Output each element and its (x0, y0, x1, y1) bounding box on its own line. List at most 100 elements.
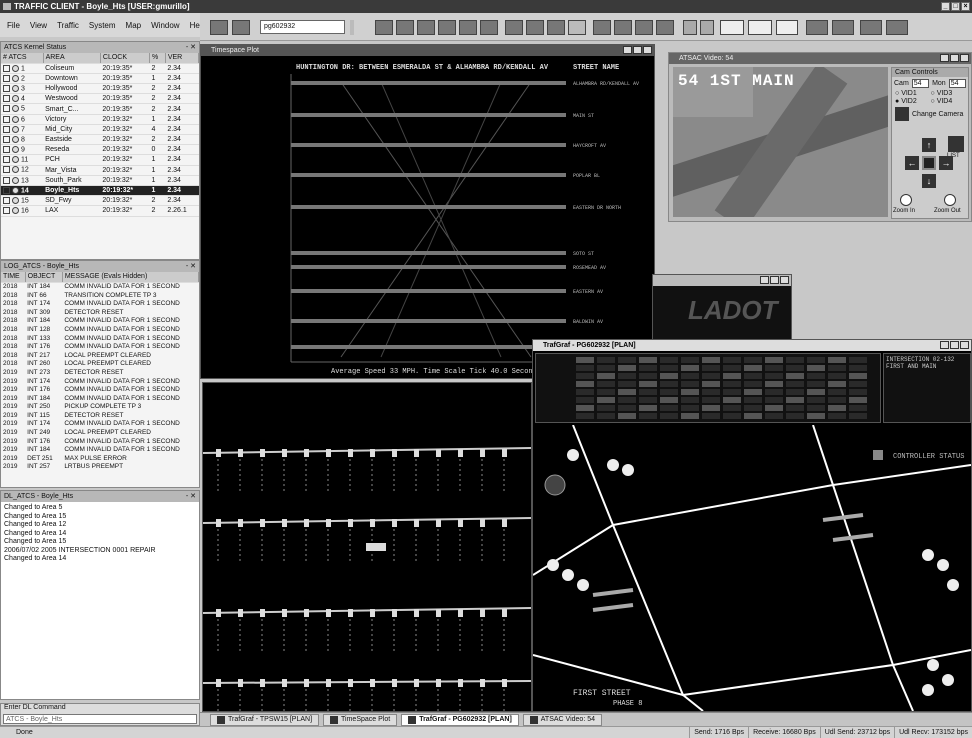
column-header[interactable]: # ATCS (1, 53, 44, 64)
intersection-node[interactable] (502, 609, 507, 617)
crosshair-icon[interactable] (568, 20, 586, 35)
refresh-icon[interactable] (438, 20, 456, 35)
pan-up-icon[interactable]: ↑ (922, 138, 936, 152)
table-row[interactable]: 14 Boyle_Hts 20:19:32* 1 2.34 (1, 185, 199, 197)
monitor-icon[interactable] (547, 20, 565, 35)
intersection-node[interactable] (304, 679, 309, 687)
intersection-node[interactable] (370, 609, 375, 617)
log-row[interactable]: 2019 INT 273 DETECTOR RESET (1, 368, 199, 377)
menu-view[interactable]: View (25, 21, 52, 30)
intersection-node[interactable] (326, 519, 331, 527)
log-row[interactable]: 2019 DET 251 MAX PULSE ERROR (1, 454, 199, 463)
table-row[interactable]: 11 PCH 20:19:32* 1 2.34 (1, 154, 199, 166)
maximize-button[interactable] (950, 54, 959, 62)
row-checkbox[interactable] (3, 95, 10, 103)
row-checkbox[interactable] (3, 135, 10, 143)
intersection-node[interactable] (414, 519, 419, 527)
intersection-node[interactable] (348, 519, 353, 527)
log-row[interactable]: 2019 INT 176 COMM INVALID DATA FOR 1 SECON… (1, 437, 199, 446)
intersection-node[interactable] (414, 449, 419, 457)
log-row[interactable]: 2018 INT 184 COMM INVALID DATA FOR 1 SECON… (1, 282, 199, 291)
intersection-node[interactable] (216, 609, 221, 617)
intersection-node[interactable] (260, 609, 265, 617)
network-icon[interactable] (886, 20, 908, 35)
detector-icon[interactable] (562, 569, 574, 581)
tools-icon[interactable] (832, 20, 854, 35)
intersection-node[interactable] (458, 679, 463, 687)
log-row[interactable]: 2018 INT 184 COMM INVALID DATA FOR 1 SECON… (1, 317, 199, 326)
detector-icon[interactable] (927, 659, 939, 671)
close-button[interactable] (960, 54, 969, 62)
intersection-node[interactable] (458, 609, 463, 617)
list-camera-icon[interactable] (948, 136, 964, 152)
row-checkbox[interactable] (3, 146, 10, 154)
intersection-node[interactable] (436, 519, 441, 527)
column-header[interactable]: AREA (43, 53, 101, 64)
signal-icon[interactable] (806, 20, 828, 35)
log-row[interactable]: 2019 INT 115 DETECTOR RESET (1, 411, 199, 420)
table-icon[interactable] (480, 20, 498, 35)
close-button[interactable] (780, 276, 789, 284)
intersection-node[interactable] (480, 609, 485, 617)
cam-input[interactable]: 54 (911, 79, 930, 88)
row-checkbox[interactable] (3, 207, 10, 215)
print-icon[interactable] (683, 20, 697, 35)
log-row[interactable]: 2018 INT 217 LOCAL PREEMPT CLEARED (1, 351, 199, 360)
dropdown-icon[interactable] (350, 20, 354, 35)
table-row[interactable]: 6 Victory 20:19:32* 1 2.34 (1, 114, 199, 125)
intersection-node[interactable] (458, 519, 463, 527)
row-checkbox[interactable] (3, 64, 10, 72)
maximize-button[interactable] (770, 276, 779, 284)
column-header[interactable]: % (149, 53, 166, 64)
menu-window[interactable]: Window (146, 21, 184, 30)
log-row[interactable]: 2019 INT 184 COMM INVALID DATA FOR 1 SECON… (1, 394, 199, 403)
chart-icon[interactable] (396, 20, 414, 35)
intersection-node[interactable] (370, 449, 375, 457)
intersection-node[interactable] (260, 519, 265, 527)
row-checkbox[interactable] (3, 166, 10, 174)
log-row[interactable]: 2018 INT 309 DETECTOR RESET (1, 308, 199, 317)
log-row[interactable]: 2018 INT 174 COMM INVALID DATA FOR 1 SECON… (1, 299, 199, 308)
detector-icon[interactable] (937, 559, 949, 571)
table-row[interactable]: 4 Westwood 20:19:35* 2 2.34 (1, 93, 199, 105)
intersection-node[interactable] (238, 519, 243, 527)
table-row[interactable]: 16 LAX 20:19:32* 2 2.26.1 (1, 205, 199, 217)
intersection-node[interactable] (370, 679, 375, 687)
cascade-icon[interactable] (656, 20, 674, 35)
detector-icon[interactable] (942, 674, 954, 686)
menu-file[interactable]: File (2, 21, 25, 30)
intersection-node[interactable] (480, 519, 485, 527)
detector-icon[interactable] (547, 559, 559, 571)
log-row[interactable]: 2018 INT 176 COMM INVALID DATA FOR 1 SECON… (1, 342, 199, 351)
detector-icon[interactable] (577, 579, 589, 591)
intersection-node[interactable] (304, 449, 309, 457)
detector-icon[interactable] (922, 549, 934, 561)
log-row[interactable]: 2019 INT 174 COMM INVALID DATA FOR 1 SECON… (1, 420, 199, 429)
intersection-node[interactable] (282, 609, 287, 617)
intersection-node[interactable] (480, 449, 485, 457)
intersection-node[interactable] (348, 449, 353, 457)
detector-icon[interactable] (622, 464, 634, 476)
intersection-node[interactable] (392, 449, 397, 457)
map-marker[interactable] (366, 543, 386, 551)
intersection-node[interactable] (260, 449, 265, 457)
column-header[interactable]: VER (165, 53, 200, 64)
minimize-button[interactable] (623, 46, 632, 54)
intersection-node[interactable] (238, 679, 243, 687)
video-list-icon[interactable] (748, 20, 772, 35)
log-row[interactable]: 2019 INT 257 LRTBUS PREEMPT (1, 463, 199, 472)
settings-icon[interactable] (860, 20, 882, 35)
pg-select[interactable]: pg602932 (260, 20, 345, 34)
table-row[interactable]: 2 Downtown 20:19:35* 1 2.34 (1, 73, 199, 85)
close-button[interactable]: × (961, 2, 970, 11)
graph-icon[interactable] (526, 20, 544, 35)
zoom-in-icon[interactable] (900, 194, 912, 206)
pan-left-icon[interactable]: ← (905, 156, 919, 170)
row-checkbox[interactable] (3, 84, 10, 92)
intersection-node[interactable] (282, 519, 287, 527)
column-header[interactable]: TIME (1, 272, 26, 283)
intersection-node[interactable] (348, 679, 353, 687)
grid-icon[interactable] (210, 20, 228, 35)
intersection-node[interactable] (238, 449, 243, 457)
intersection-node[interactable] (392, 519, 397, 527)
